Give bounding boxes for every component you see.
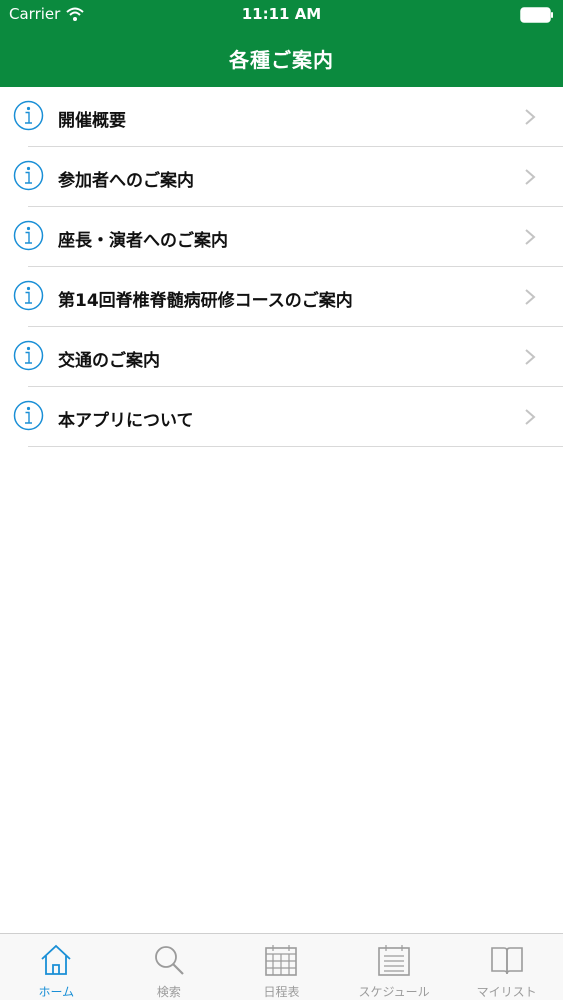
- list-item-about-app[interactable]: 本アプリについて: [0, 387, 563, 447]
- info-icon: [13, 280, 44, 311]
- status-bar: Carrier 11:11 AM: [0, 0, 563, 30]
- tab-schedule[interactable]: スケジュール: [338, 934, 451, 1000]
- info-icon: [13, 340, 44, 371]
- tab-label: 日程表: [263, 985, 300, 999]
- divider: [28, 446, 563, 447]
- tab-label: 検索: [156, 985, 181, 999]
- list-item-chairs-speakers[interactable]: 座長・演者へのご案内: [0, 207, 563, 267]
- tab-search[interactable]: 検索: [113, 934, 226, 1000]
- list-item-label: 交通のご案内: [58, 351, 160, 371]
- chevron-right-icon: [525, 169, 536, 185]
- tab-mylist[interactable]: マイリスト: [450, 934, 563, 1000]
- tab-label: マイリスト: [476, 985, 537, 999]
- page-title: 各種ご案内: [229, 48, 334, 72]
- list-item-label: 開催概要: [58, 111, 126, 131]
- search-icon: [154, 946, 184, 975]
- tab-label: スケジュール: [358, 985, 430, 999]
- info-list: 開催概要 参加者へのご案内 座長・演者へのご案内 第14回脊椎脊髄病研修コースの…: [0, 87, 563, 447]
- tab-bar: ホーム 検索 日程表 スケジュール マイリスト: [0, 933, 563, 1000]
- tab-home[interactable]: ホーム: [0, 934, 113, 1000]
- status-time: 11:11 AM: [241, 5, 322, 23]
- list-item-training-course[interactable]: 第14回脊椎脊髄病研修コースのご案内: [0, 267, 563, 327]
- list-item-transport[interactable]: 交通のご案内: [0, 327, 563, 387]
- tab-timetable[interactable]: 日程表: [225, 934, 338, 1000]
- info-icon: [13, 100, 44, 131]
- header: Carrier 11:11 AM 各種ご案内: [0, 0, 563, 87]
- chevron-right-icon: [525, 409, 536, 425]
- info-icon: [13, 400, 44, 431]
- calendar-icon: [265, 945, 298, 976]
- list-item-overview[interactable]: 開催概要: [0, 87, 563, 147]
- list-item-label: 参加者へのご案内: [58, 171, 194, 191]
- list-item-label: 座長・演者へのご案内: [58, 231, 228, 251]
- info-icon: [13, 220, 44, 251]
- chevron-right-icon: [525, 289, 536, 305]
- chevron-right-icon: [525, 229, 536, 245]
- home-icon: [41, 944, 71, 975]
- schedule-list-icon: [378, 945, 410, 976]
- info-icon: [13, 160, 44, 191]
- chevron-right-icon: [525, 349, 536, 365]
- chevron-right-icon: [525, 109, 536, 125]
- list-item-participants[interactable]: 参加者へのご案内: [0, 147, 563, 207]
- list-item-label: 第14回脊椎脊髄病研修コースのご案内: [58, 291, 353, 311]
- battery-icon: [520, 7, 553, 23]
- book-icon: [490, 947, 523, 975]
- list-item-label: 本アプリについて: [58, 411, 194, 431]
- tab-label: ホーム: [38, 985, 75, 999]
